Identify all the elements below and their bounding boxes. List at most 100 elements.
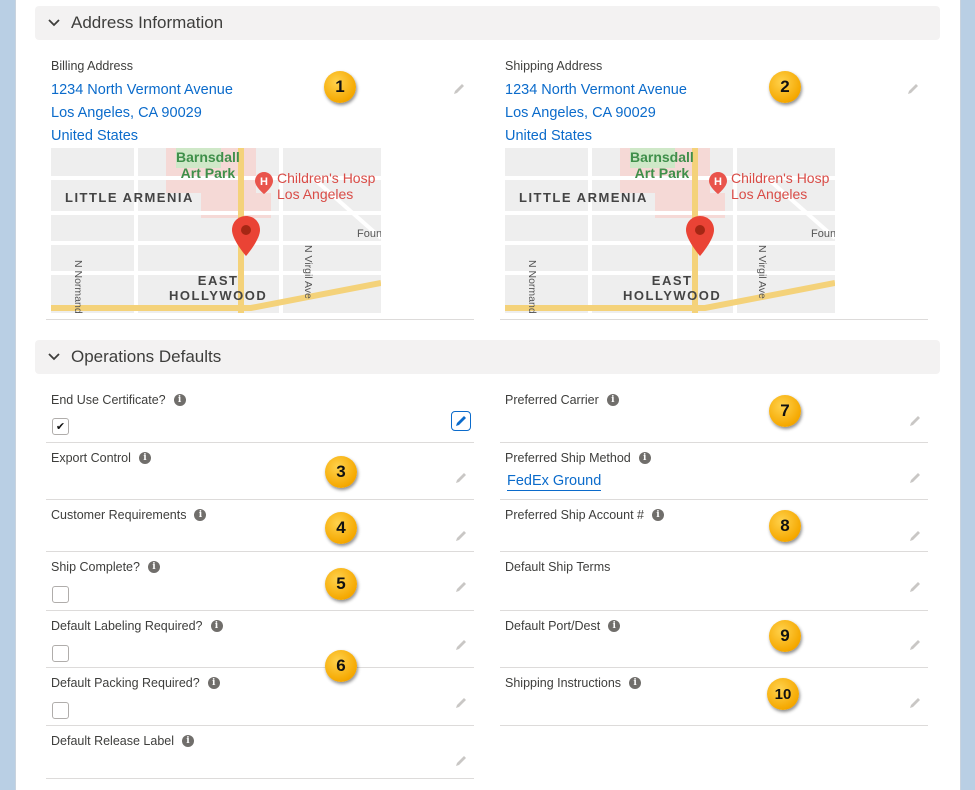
pencil-icon[interactable] (908, 414, 922, 428)
map-street1-label: N Normandie Ave (526, 260, 538, 313)
shipping-address-field: Shipping Address 1234 North Vermont Aven… (500, 52, 928, 320)
preferred-ship-method-link[interactable]: FedEx Ground (507, 472, 602, 491)
address-section-title: Address Information (71, 13, 224, 32)
shipping-instructions-field: Shipping Instructions i (500, 668, 928, 726)
location-pin-icon (231, 216, 261, 256)
preferred-ship-account-field: Preferred Ship Account # i (500, 500, 928, 552)
chevron-down-icon (48, 353, 60, 361)
map-district2-label: EAST HOLLYWOOD (169, 273, 268, 303)
pencil-icon[interactable] (454, 754, 468, 768)
callout-badge-3: 3 (325, 456, 357, 488)
pencil-icon[interactable] (908, 638, 922, 652)
export-control-field: Export Control i (46, 443, 474, 500)
field-label: Preferred Ship Account # (505, 508, 644, 522)
map-edge-label: Foun (357, 228, 381, 240)
default-release-label-field: Default Release Label i (46, 726, 474, 779)
pencil-icon[interactable] (454, 696, 468, 710)
ship-complete-checkbox[interactable] (52, 586, 69, 603)
end-use-certificate-checkbox[interactable]: ✔ (52, 418, 69, 435)
billing-street-link[interactable]: 1234 North Vermont Avenue (51, 79, 233, 102)
map-hospital-label: Children's Hosp Los Angeles (731, 170, 830, 202)
pencil-icon[interactable] (908, 580, 922, 594)
default-ship-terms-field: Default Ship Terms (500, 552, 928, 611)
callout-badge-2: 2 (769, 71, 801, 103)
shipping-address-label: Shipping Address (505, 59, 603, 73)
pencil-icon (456, 416, 466, 426)
billing-city-link[interactable]: Los Angeles, CA 90029 (51, 102, 233, 125)
pencil-icon[interactable] (908, 471, 922, 485)
default-labeling-required-field: Default Labeling Required? i (46, 611, 474, 668)
field-label: Ship Complete? (51, 560, 140, 574)
shipping-street-link[interactable]: 1234 North Vermont Avenue (505, 79, 687, 102)
billing-address-label: Billing Address (51, 59, 133, 73)
operations-section-header[interactable]: Operations Defaults (35, 340, 940, 374)
field-label: End Use Certificate? (51, 393, 166, 407)
shipping-map[interactable]: Barnsdall Art Park H Children's Hosp Los… (505, 148, 835, 313)
info-icon[interactable]: i (147, 561, 160, 573)
shipping-country-link[interactable]: United States (505, 125, 687, 148)
field-label: Default Ship Terms (505, 560, 611, 574)
pencil-icon[interactable] (454, 638, 468, 652)
default-port-dest-field: Default Port/Dest i (500, 611, 928, 668)
default-packing-required-checkbox[interactable] (52, 702, 69, 719)
field-label: Preferred Carrier (505, 393, 599, 407)
info-icon[interactable]: i (638, 452, 651, 464)
info-icon[interactable]: i (194, 509, 207, 521)
pencil-icon[interactable] (908, 529, 922, 543)
default-packing-required-field: Default Packing Required? i (46, 668, 474, 726)
info-icon[interactable]: i (173, 394, 186, 406)
info-icon[interactable]: i (608, 620, 621, 632)
pencil-icon[interactable] (454, 529, 468, 543)
map-district-label: LITTLE ARMENIA (519, 190, 648, 205)
address-section-header[interactable]: Address Information (35, 6, 940, 40)
svg-text:H: H (714, 176, 722, 188)
pencil-icon[interactable] (908, 696, 922, 710)
info-icon[interactable]: i (651, 509, 664, 521)
hospital-marker-icon: H (709, 172, 727, 194)
field-label: Shipping Instructions (505, 676, 622, 690)
callout-badge-9: 9 (769, 620, 801, 652)
billing-address-field: Billing Address 1234 North Vermont Avenu… (46, 52, 474, 320)
hospital-marker-icon: H (255, 172, 273, 194)
customer-requirements-field: Customer Requirements i (46, 500, 474, 552)
svg-text:H: H (260, 176, 268, 188)
map-street2-label: N Virgil Ave (756, 245, 768, 299)
map-edge-label: Foun (811, 228, 835, 240)
pencil-icon[interactable] (906, 82, 920, 96)
end-use-certificate-field: End Use Certificate? i ✔ (46, 385, 474, 443)
info-icon[interactable]: i (606, 394, 619, 406)
field-label: Default Labeling Required? (51, 619, 203, 633)
callout-badge-5: 5 (325, 568, 357, 600)
map-hospital-label: Children's Hosp Los Angeles (277, 170, 376, 202)
edit-button[interactable] (451, 411, 471, 431)
billing-country-link[interactable]: United States (51, 125, 233, 148)
shipping-city-link[interactable]: Los Angeles, CA 90029 (505, 102, 687, 125)
map-district-label: LITTLE ARMENIA (65, 190, 194, 205)
map-district2-label: EAST HOLLYWOOD (623, 273, 722, 303)
field-label: Default Packing Required? (51, 676, 200, 690)
pencil-icon[interactable] (454, 580, 468, 594)
callout-badge-10: 10 (767, 678, 799, 710)
map-park-label: Barnsdall Art Park (176, 149, 240, 181)
info-icon[interactable]: i (207, 677, 220, 689)
preferred-carrier-field: Preferred Carrier i (500, 385, 928, 443)
default-labeling-required-checkbox[interactable] (52, 645, 69, 662)
pencil-icon[interactable] (452, 82, 466, 96)
pencil-icon[interactable] (454, 471, 468, 485)
field-label: Default Port/Dest (505, 619, 601, 633)
field-label: Default Release Label (51, 734, 174, 748)
callout-badge-7: 7 (769, 395, 801, 427)
ship-complete-field: Ship Complete? i (46, 552, 474, 611)
callout-badge-4: 4 (325, 512, 357, 544)
info-icon[interactable]: i (182, 735, 194, 747)
info-icon[interactable]: i (138, 452, 151, 464)
info-icon[interactable]: i (210, 620, 223, 632)
record-page: Address Information Billing Address 1234… (15, 0, 961, 790)
preferred-ship-method-field: Preferred Ship Method i FedEx Ground (500, 443, 928, 500)
info-icon[interactable]: i (629, 677, 642, 689)
map-street1-label: N Normandie Ave (72, 260, 84, 313)
operations-section-title: Operations Defaults (71, 347, 222, 366)
billing-map[interactable]: Barnsdall Art Park H Children's Hosp Los… (51, 148, 381, 313)
field-label: Export Control (51, 451, 131, 465)
chevron-down-icon (48, 19, 60, 27)
